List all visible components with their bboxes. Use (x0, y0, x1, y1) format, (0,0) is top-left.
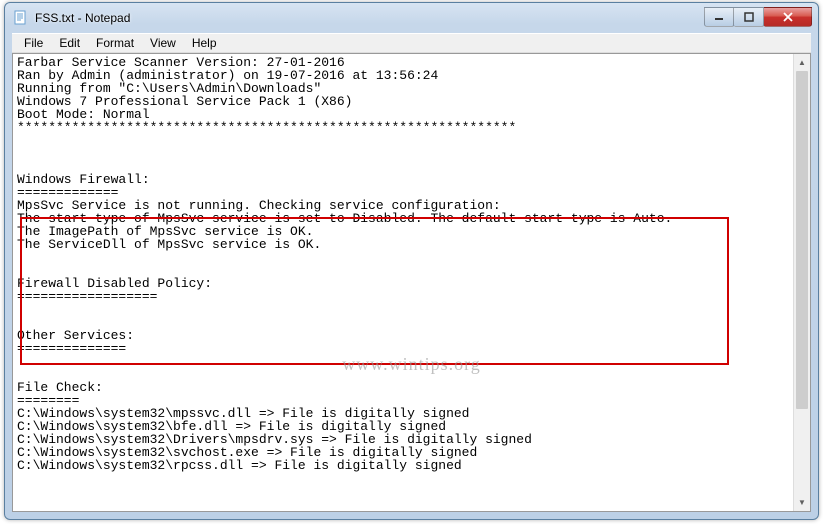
menubar: File Edit Format View Help (12, 33, 811, 53)
text-content[interactable]: Farbar Service Scanner Version: 27-01-20… (13, 54, 793, 511)
maximize-button[interactable] (734, 7, 764, 27)
notepad-window: FSS.txt - Notepad File Edit Format View … (4, 2, 819, 520)
menu-file[interactable]: File (16, 34, 51, 52)
scroll-up-arrow[interactable]: ▲ (794, 54, 810, 71)
vertical-scrollbar[interactable]: ▲ ▼ (793, 54, 810, 511)
notepad-icon (13, 10, 29, 26)
window-controls (704, 9, 812, 27)
close-button[interactable] (764, 7, 812, 27)
window-title: FSS.txt - Notepad (35, 11, 704, 25)
titlebar[interactable]: FSS.txt - Notepad (5, 3, 818, 33)
menu-edit[interactable]: Edit (51, 34, 88, 52)
scroll-thumb[interactable] (796, 71, 808, 409)
menu-format[interactable]: Format (88, 34, 142, 52)
scroll-down-arrow[interactable]: ▼ (794, 494, 810, 511)
scroll-track[interactable] (794, 71, 810, 494)
menu-help[interactable]: Help (184, 34, 225, 52)
minimize-button[interactable] (704, 7, 734, 27)
menu-view[interactable]: View (142, 34, 184, 52)
editor-area: Farbar Service Scanner Version: 27-01-20… (12, 53, 811, 512)
